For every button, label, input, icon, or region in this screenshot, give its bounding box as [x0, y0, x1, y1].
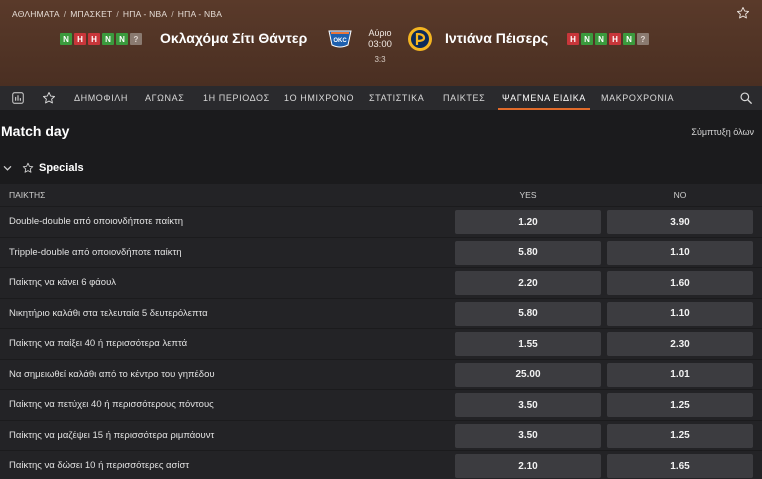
odds-yes-button[interactable]: 2.10 — [455, 454, 601, 478]
tab-match[interactable]: ΑΓΩΝΑΣ — [145, 86, 184, 110]
form-badge: Ν — [581, 33, 593, 45]
column-header-no: NO — [673, 190, 687, 200]
form-badge: Η — [74, 33, 86, 45]
market-row: Tripple-double από οποιονδήποτε παίκτη 5… — [0, 236, 762, 267]
market-label: Παίκτης να μαζέψει 15 ή περισσότερα ριμπ… — [9, 429, 215, 441]
match-score: 3:3 — [374, 55, 386, 64]
okc-thunder-logo-icon: OKC — [328, 30, 352, 48]
form-badge: Ν — [595, 33, 607, 45]
home-team-name: Οκλαχόμα Σίτι Θάντερ — [160, 30, 308, 46]
favorite-star-icon[interactable] — [736, 6, 750, 20]
svg-text:OKC: OKC — [333, 38, 347, 44]
form-badge: Η — [88, 33, 100, 45]
odds-yes-button[interactable]: 1.55 — [455, 332, 601, 356]
match-time: 03:00 — [368, 39, 392, 50]
match-info: Αύριο 03:00 3:3 — [360, 28, 400, 64]
odds-yes-button[interactable]: 3.50 — [455, 393, 601, 417]
odds-no-button[interactable]: 2.30 — [607, 332, 753, 356]
tab-popular[interactable]: ΔΗΜΟΦΙΛΗ — [74, 86, 128, 110]
indiana-pacers-logo-icon — [408, 27, 432, 51]
market-label: Νικητήριο καλάθι στα τελευταία 5 δευτερό… — [9, 307, 208, 319]
market-row: Παίκτης να μαζέψει 15 ή περισσότερα ριμπ… — [0, 419, 762, 450]
stats-chart-icon[interactable] — [11, 91, 25, 105]
favorite-market-star-icon[interactable] — [22, 162, 34, 174]
breadcrumb-item[interactable]: ΑΘΛΗΜΑΤΑ — [12, 9, 60, 19]
market-label: Παίκτης να παίξει 40 ή περισσότερα λεπτά — [9, 338, 188, 349]
odds-yes-button[interactable]: 5.80 — [455, 240, 601, 265]
page-title: Match day — [1, 123, 70, 139]
section-title: Specials — [39, 162, 84, 174]
tab-first-half[interactable]: 1Ο ΗΜΙΧΡΟΝΟ — [284, 86, 354, 110]
market-label: Παίκτης να πετύχει 40 ή περισσότερους πό… — [9, 399, 214, 410]
breadcrumb-item[interactable]: ΗΠΑ - NBA — [123, 9, 167, 19]
tab-players[interactable]: ΠΑΙΚΤΕΣ — [443, 86, 485, 110]
market-label: Tripple-double από οποιονδήποτε παίκτη — [9, 246, 182, 258]
odds-yes-button[interactable]: 25.00 — [455, 362, 601, 387]
tab-long-term[interactable]: ΜΑΚΡΟΧΡΟΝΙΑ — [601, 86, 674, 110]
form-badge: Ν — [116, 33, 128, 45]
market-row: Να σημειωθεί καλάθι από το κέντρο του γη… — [0, 358, 762, 389]
odds-no-button[interactable]: 1.65 — [607, 454, 753, 478]
market-tabs-bar: ΔΗΜΟΦΙΛΗ ΑΓΩΝΑΣ 1Η ΠΕΡΙΟΔΟΣ 1Ο ΗΜΙΧΡΟΝΟ … — [0, 86, 762, 110]
market-label: Παίκτης να δώσει 10 ή περισσότερες ασίστ — [9, 460, 190, 471]
breadcrumb-item[interactable]: ΗΠΑ - NBA — [178, 9, 222, 19]
market-label: Double-double από οποιονδήποτε παίκτη — [9, 216, 183, 227]
form-badge: Ν — [102, 33, 114, 45]
odds-no-button[interactable]: 1.10 — [607, 301, 753, 326]
chevron-down-icon[interactable] — [3, 164, 12, 173]
odds-no-button[interactable]: 3.90 — [607, 210, 753, 234]
odds-yes-button[interactable]: 1.20 — [455, 210, 601, 234]
market-label: Να σημειωθεί καλάθι από το κέντρο του γη… — [9, 368, 215, 380]
odds-no-button[interactable]: 1.10 — [607, 240, 753, 265]
search-icon[interactable] — [739, 91, 753, 105]
event-header: ΑΘΛΗΜΑΤΑ / ΜΠΑΣΚΕΤ / ΗΠΑ - NBA / ΗΠΑ - N… — [0, 0, 762, 86]
market-column-header: ΠΑΙΚΤΗΣ YES NO — [0, 184, 762, 206]
form-badge: Ν — [623, 33, 635, 45]
breadcrumb: ΑΘΛΗΜΑΤΑ / ΜΠΑΣΚΕΤ / ΗΠΑ - NBA / ΗΠΑ - N… — [12, 9, 223, 19]
match-day: Αύριο — [368, 28, 392, 38]
form-badge: ? — [130, 33, 142, 45]
collapse-all-button[interactable]: Σύμπτυξη όλων — [691, 127, 754, 137]
form-badge: Η — [567, 33, 579, 45]
odds-no-button[interactable]: 1.60 — [607, 271, 753, 295]
breadcrumb-item[interactable]: ΜΠΑΣΚΕΤ — [70, 9, 112, 19]
home-form-guide: Ν Η Η Ν Ν ? — [60, 33, 142, 45]
market-row: Παίκτης να δώσει 10 ή περισσότερες ασίστ… — [0, 450, 762, 479]
form-badge: Η — [609, 33, 621, 45]
odds-yes-button[interactable]: 5.80 — [455, 301, 601, 326]
form-badge: Ν — [60, 33, 72, 45]
away-team-name: Ιντιάνα Πέισερς — [445, 30, 549, 46]
favorites-star-icon[interactable] — [42, 91, 56, 105]
odds-no-button[interactable]: 1.01 — [607, 362, 753, 387]
tab-first-quarter[interactable]: 1Η ΠΕΡΙΟΔΟΣ — [203, 86, 270, 110]
market-label: Παίκτης να κάνει 6 φάουλ — [9, 277, 117, 288]
tab-special-markets[interactable]: ΨΑΓΜΕΝΑ ΕΙΔΙΚΑ — [498, 86, 590, 110]
market-row: Παίκτης να παίξει 40 ή περισσότερα λεπτά… — [0, 328, 762, 359]
column-header-player: ΠΑΙΚΤΗΣ — [9, 190, 46, 200]
odds-no-button[interactable]: 1.25 — [607, 393, 753, 417]
market-row: Double-double από οποιονδήποτε παίκτη 1.… — [0, 206, 762, 237]
away-form-guide: Η Ν Ν Η Ν ? — [567, 33, 649, 45]
page-heading: Match day Σύμπτυξη όλων — [0, 110, 762, 150]
odds-yes-button[interactable]: 2.20 — [455, 271, 601, 295]
market-row: Παίκτης να κάνει 6 φάουλ 2.20 1.60 — [0, 267, 762, 298]
market-row: Παίκτης να πετύχει 40 ή περισσότερους πό… — [0, 389, 762, 420]
form-badge: ? — [637, 33, 649, 45]
odds-yes-button[interactable]: 3.50 — [455, 423, 601, 448]
market-list: Double-double από οποιονδήποτε παίκτη 1.… — [0, 206, 762, 479]
tab-statistics[interactable]: ΣΤΑΤΙΣΤΙΚΑ — [369, 86, 424, 110]
specials-section-header[interactable]: Specials — [0, 153, 762, 183]
odds-no-button[interactable]: 1.25 — [607, 423, 753, 448]
column-header-yes: YES — [519, 190, 537, 200]
market-row: Νικητήριο καλάθι στα τελευταία 5 δευτερό… — [0, 297, 762, 328]
